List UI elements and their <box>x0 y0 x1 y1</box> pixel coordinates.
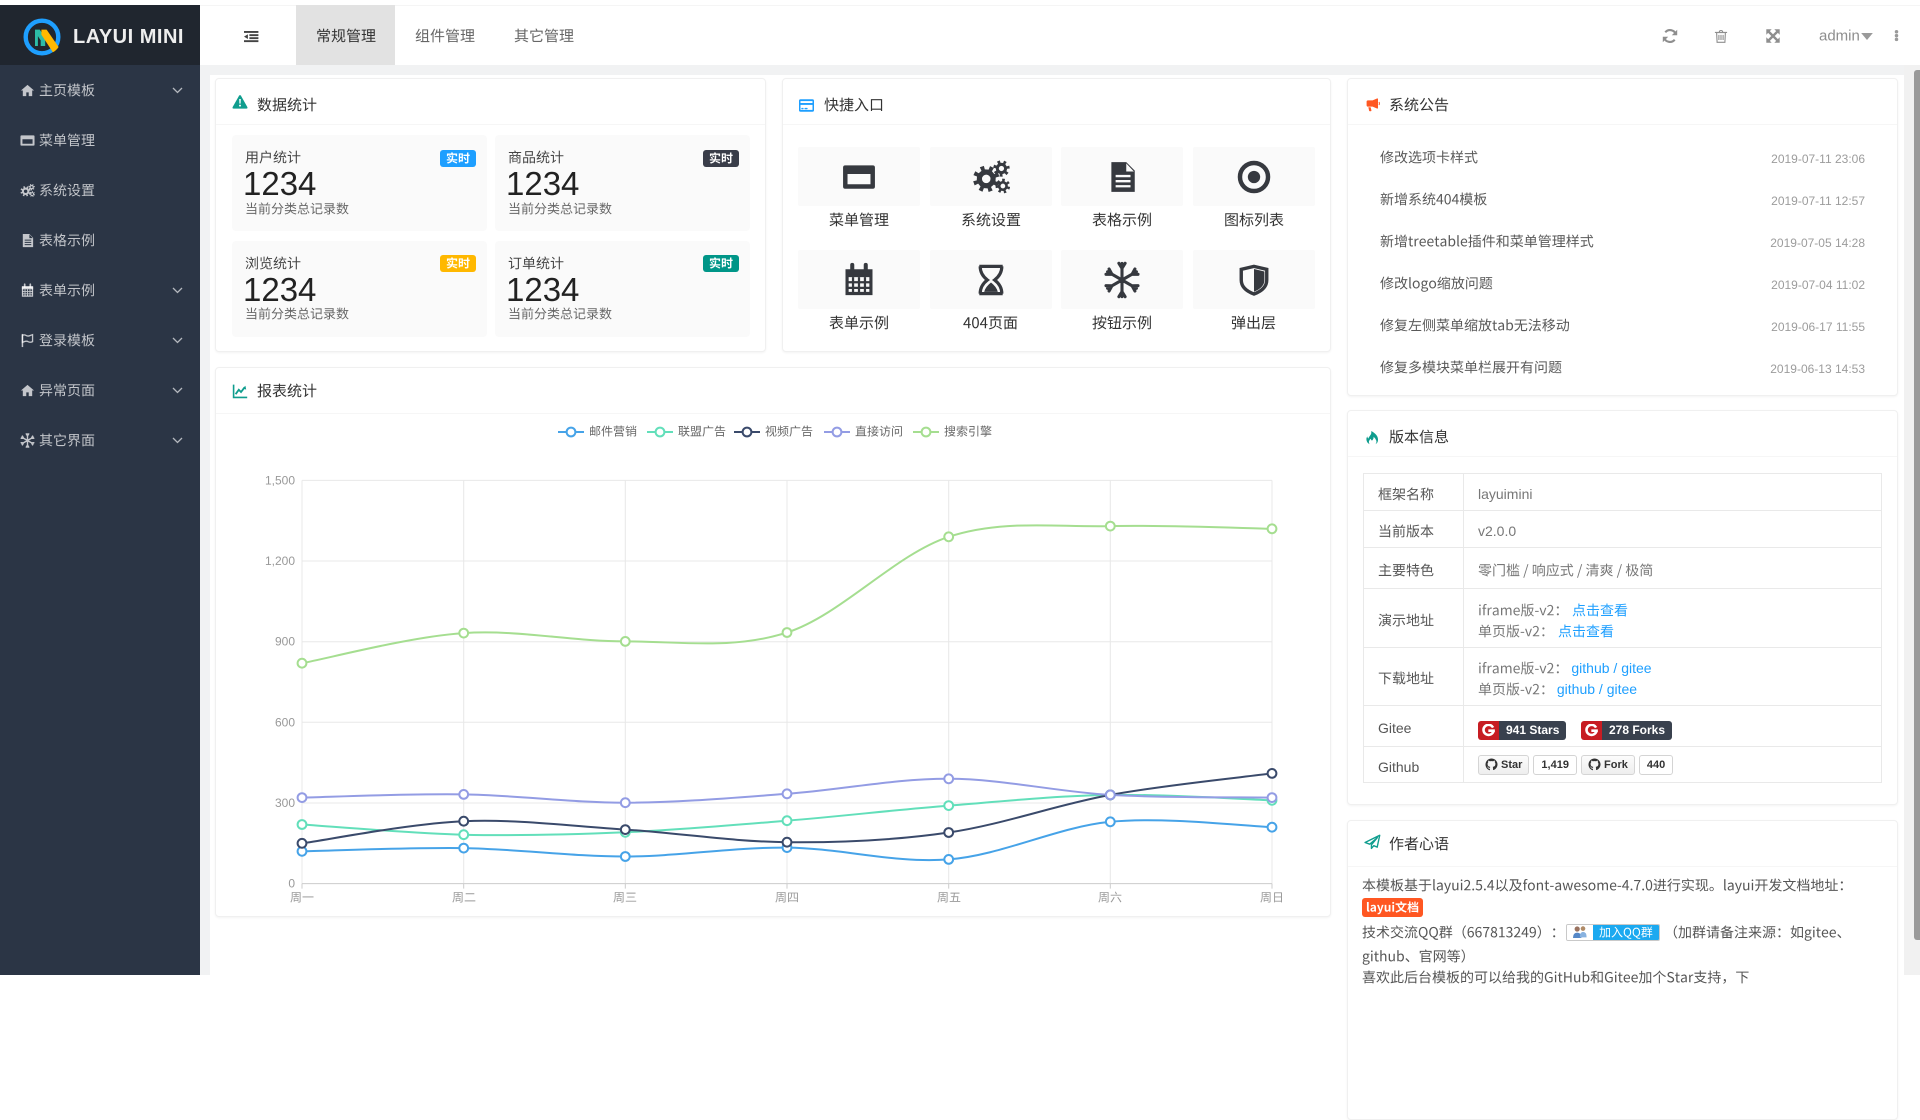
svg-text:1,200: 1,200 <box>265 554 295 568</box>
svg-text:0: 0 <box>288 877 295 891</box>
svg-text:600: 600 <box>275 715 295 729</box>
svg-text:300: 300 <box>275 796 295 810</box>
svg-text:1,500: 1,500 <box>265 473 295 487</box>
svg-text:900: 900 <box>275 635 295 649</box>
